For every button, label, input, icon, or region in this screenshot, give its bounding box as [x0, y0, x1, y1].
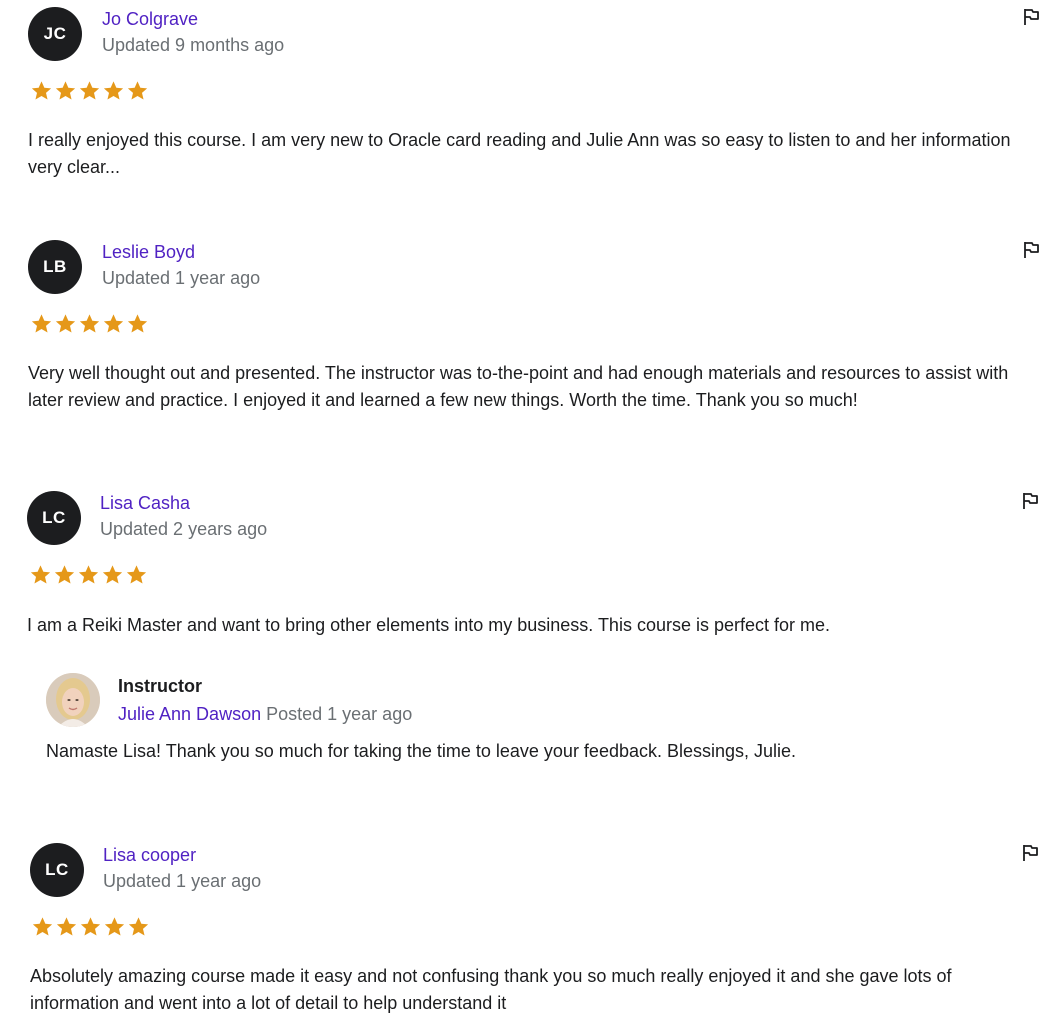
- star-rating: [31, 916, 150, 938]
- star-icon: [78, 565, 99, 584]
- review-text-line: information and went into a lot of detai…: [30, 993, 507, 1013]
- review-text: I am a Reiki Master and want to bring ot…: [27, 612, 1037, 639]
- review-text: I really enjoyed this course. I am very …: [28, 127, 1038, 181]
- instructor-name[interactable]: Julie Ann Dawson: [118, 704, 261, 724]
- star-icon: [128, 917, 149, 936]
- flag-icon[interactable]: [1022, 7, 1040, 27]
- flag-icon[interactable]: [1021, 843, 1039, 863]
- flag-icon[interactable]: [1021, 491, 1039, 511]
- instructor-avatar: [46, 673, 100, 727]
- flag-icon[interactable]: [1022, 240, 1040, 260]
- avatar: LB: [28, 240, 82, 294]
- review-text-line: Very well thought out and presented. The…: [28, 363, 1009, 383]
- star-rating: [30, 80, 149, 102]
- reviewer-name[interactable]: Jo Colgrave: [102, 9, 198, 30]
- reply-posted-timestamp: Posted 1 year ago: [266, 704, 413, 724]
- updated-timestamp: Updated 9 months ago: [102, 35, 285, 55]
- star-icon: [55, 314, 76, 333]
- star-icon: [30, 565, 51, 584]
- review-text-line: later review and practice. I enjoyed it …: [28, 390, 858, 410]
- star-rating: [30, 313, 149, 335]
- reviewer-name[interactable]: Lisa Casha: [100, 493, 190, 514]
- star-icon: [31, 314, 52, 333]
- updated-timestamp: Updated 1 year ago: [103, 871, 262, 891]
- star-icon: [31, 81, 52, 100]
- avatar: LC: [27, 491, 81, 545]
- review-text: Very well thought out and presented. The…: [28, 360, 1038, 414]
- updated-timestamp: Updated 2 years ago: [100, 519, 268, 539]
- review-text-line: I really enjoyed this course. I am very …: [28, 130, 1011, 150]
- review-text-line: Absolutely amazing course made it easy a…: [30, 966, 952, 986]
- avatar: JC: [28, 7, 82, 61]
- instructor-photo-icon: [46, 673, 100, 727]
- star-icon: [102, 565, 123, 584]
- star-icon: [32, 917, 53, 936]
- star-icon: [104, 917, 125, 936]
- reply-text: Namaste Lisa! Thank you so much for taki…: [46, 741, 797, 761]
- review-text-line: I am a Reiki Master and want to bring ot…: [27, 615, 831, 635]
- updated-timestamp: Updated 1 year ago: [102, 268, 261, 288]
- review-text-line: very clear...: [28, 157, 121, 177]
- star-icon: [127, 314, 148, 333]
- star-icon: [54, 565, 75, 584]
- star-icon: [103, 81, 124, 100]
- reply-meta: Julie Ann Dawson Posted 1 year ago: [118, 704, 412, 725]
- star-icon: [126, 565, 147, 584]
- reply-title: Instructor: [118, 676, 203, 696]
- star-rating: [29, 564, 148, 586]
- reviewer-name[interactable]: Lisa cooper: [103, 845, 196, 866]
- review-text: Absolutely amazing course made it easy a…: [30, 963, 1040, 1017]
- reviewer-name[interactable]: Leslie Boyd: [102, 242, 195, 263]
- star-icon: [79, 314, 100, 333]
- star-icon: [127, 81, 148, 100]
- star-icon: [103, 314, 124, 333]
- star-icon: [80, 917, 101, 936]
- avatar: LC: [30, 843, 84, 897]
- star-icon: [56, 917, 77, 936]
- star-icon: [79, 81, 100, 100]
- star-icon: [55, 81, 76, 100]
